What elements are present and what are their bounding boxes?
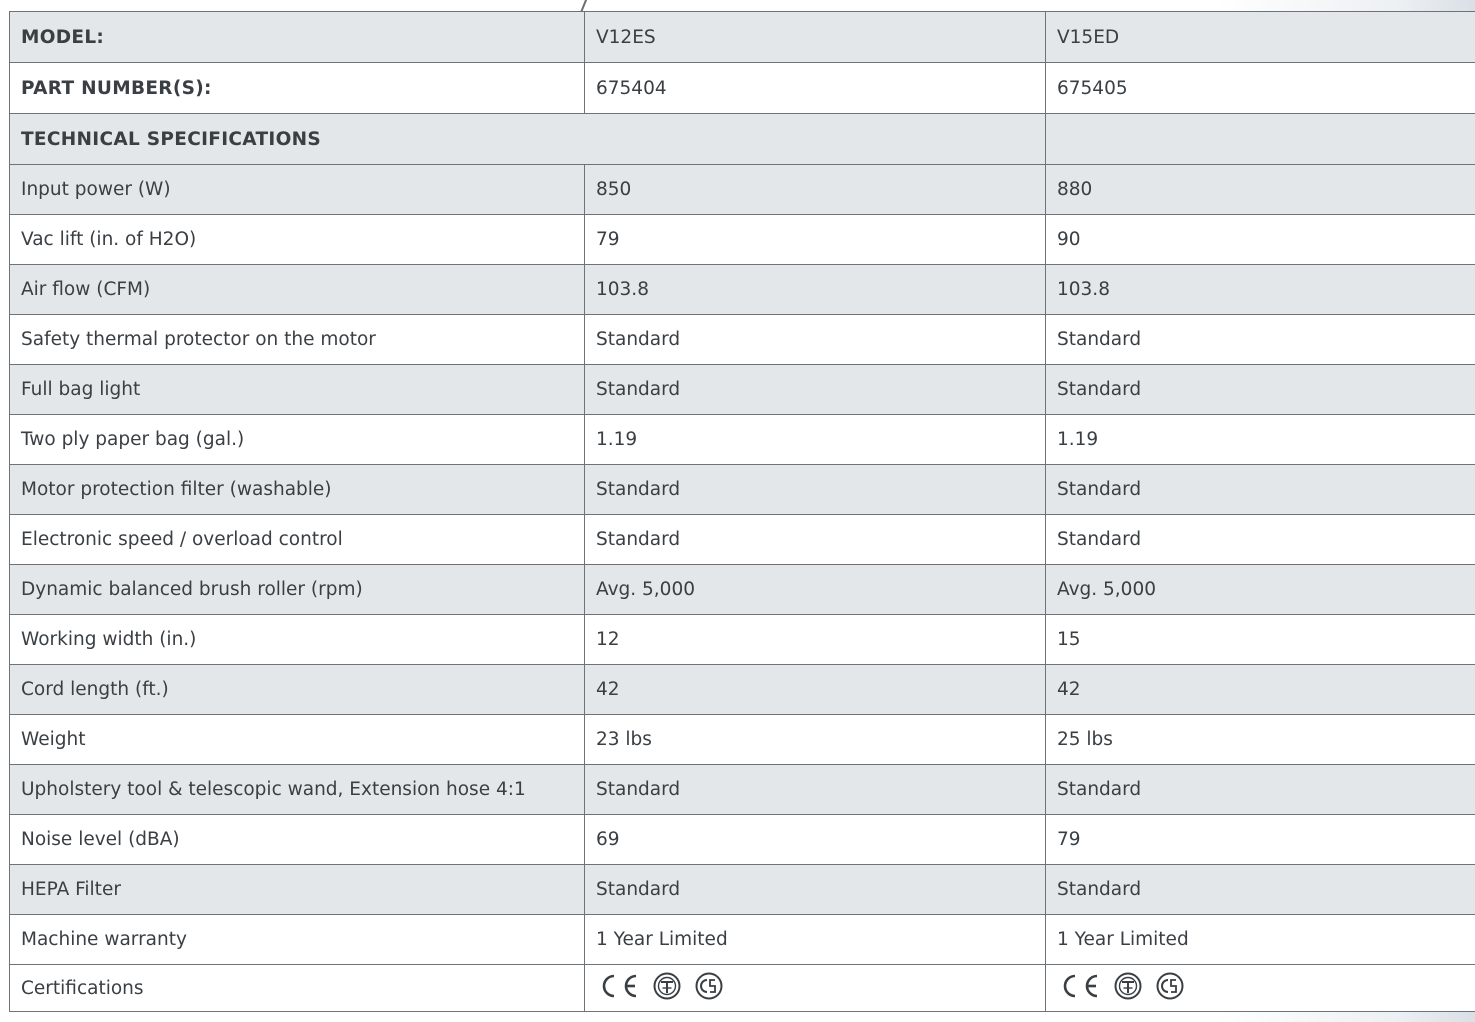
spec-value-v15ed: 42 (1045, 664, 1475, 715)
etl-mark-icon (1114, 972, 1142, 1000)
spec-value-v12es: 1.19 (584, 414, 1046, 465)
part-number-v15ed: 675405 (1045, 62, 1475, 114)
spec-row: Upholstery tool & telescopic wand, Exten… (9, 764, 1475, 815)
spec-value-v12es: 103.8 (584, 264, 1046, 315)
spec-value-v12es: Standard (584, 514, 1046, 565)
spec-value-v15ed: 15 (1045, 614, 1475, 665)
spec-label: Machine warranty (9, 914, 585, 965)
spec-value-v15ed: Standard (1045, 464, 1475, 515)
spec-row: Motor protection filter (washable) Standa… (9, 464, 1475, 515)
spec-label: HEPA Filter (9, 864, 585, 915)
spec-value-v15ed: Standard (1045, 864, 1475, 915)
etl-mark-icon (653, 972, 681, 1000)
spec-value-v15ed: 25 lbs (1045, 714, 1475, 765)
spec-row: Vac lift (in. of H2O) 79 90 (9, 214, 1475, 265)
spec-row: Noise level (dBA) 69 79 (9, 814, 1475, 865)
csa-mark-icon (1156, 972, 1184, 1000)
model-name-v15ed: V15ED (1045, 11, 1475, 63)
spec-value-v15ed: 103.8 (1045, 264, 1475, 315)
spec-label: Full bag light (9, 364, 585, 415)
spec-value-v15ed: 1.19 (1045, 414, 1475, 465)
spec-row: Full bag light Standard Standard (9, 364, 1475, 415)
spec-table: MODEL: V12ES V15ED PART NUMBER(S): 67540… (9, 11, 1475, 1012)
spec-row: Air flow (CFM) 103.8 103.8 (9, 264, 1475, 315)
spec-value-v12es: Standard (584, 364, 1046, 415)
spec-value-v12es: 12 (584, 614, 1046, 665)
spec-row: Weight 23 lbs 25 lbs (9, 714, 1475, 765)
part-number-v12es: 675404 (584, 62, 1046, 114)
spec-label: Input power (W) (9, 164, 585, 215)
spec-row: HEPA Filter Standard Standard (9, 864, 1475, 915)
spec-label: Upholstery tool & telescopic wand, Exten… (9, 764, 585, 815)
spec-row: Electronic speed / overload control Stand… (9, 514, 1475, 565)
section-title: TECHNICAL SPECIFICATIONS (9, 113, 1046, 165)
spec-value-v15ed: Standard (1045, 514, 1475, 565)
spec-value-v12es: 1 Year Limited (584, 914, 1046, 965)
spec-value-v15ed: 90 (1045, 214, 1475, 265)
spec-label: Motor protection filter (washable) (9, 464, 585, 515)
certifications-v15ed (1045, 964, 1475, 1012)
spec-value-v12es: Standard (584, 314, 1046, 365)
ce-mark-icon (602, 974, 637, 998)
section-header-row: TECHNICAL SPECIFICATIONS (9, 113, 1475, 165)
spec-value-v12es: Standard (584, 864, 1046, 915)
model-name-v12es: V12ES (584, 11, 1046, 63)
spec-value-v15ed: Standard (1045, 764, 1475, 815)
spec-value-v15ed: Avg. 5,000 (1045, 564, 1475, 615)
spec-value-v12es: 42 (584, 664, 1046, 715)
spec-label: Vac lift (in. of H2O) (9, 214, 585, 265)
spec-row: Dynamic balanced brush roller (rpm) Avg. … (9, 564, 1475, 615)
spec-value-v12es: Standard (584, 464, 1046, 515)
spec-label: Two ply paper bag (gal.) (9, 414, 585, 465)
spec-label: Air flow (CFM) (9, 264, 585, 315)
spec-value-v12es: 69 (584, 814, 1046, 865)
spec-value-v15ed: Standard (1045, 314, 1475, 365)
certifications-row: Certifications (9, 964, 1475, 1012)
spec-value-v15ed: Standard (1045, 364, 1475, 415)
spec-value-v12es: Avg. 5,000 (584, 564, 1046, 615)
spec-label: Safety thermal protector on the motor (9, 314, 585, 365)
model-row: MODEL: V12ES V15ED (9, 11, 1475, 63)
spec-row: Machine warranty 1 Year Limited 1 Year Lim… (9, 914, 1475, 965)
spec-label: Cord length (ft.) (9, 664, 585, 715)
spec-value-v12es: 23 lbs (584, 714, 1046, 765)
section-empty-cell (1045, 113, 1475, 165)
model-label: MODEL: (9, 11, 585, 63)
certifications-label: Certifications (9, 964, 585, 1012)
spec-row: Input power (W) 850 880 (9, 164, 1475, 215)
part-number-row: PART NUMBER(S): 675404 675405 (9, 62, 1475, 114)
spec-label: Dynamic balanced brush roller (rpm) (9, 564, 585, 615)
spec-row: Working width (in.) 12 15 (9, 614, 1475, 665)
spec-value-v12es: Standard (584, 764, 1046, 815)
certifications-v12es (584, 964, 1046, 1012)
spec-row: Two ply paper bag (gal.) 1.19 1.19 (9, 414, 1475, 465)
spec-value-v15ed: 79 (1045, 814, 1475, 865)
spec-label: Working width (in.) (9, 614, 585, 665)
spec-row: Safety thermal protector on the motor Sta… (9, 314, 1475, 365)
spec-value-v12es: 79 (584, 214, 1046, 265)
part-number-label: PART NUMBER(S): (9, 62, 585, 114)
spec-row: Cord length (ft.) 42 42 (9, 664, 1475, 715)
spec-label: Noise level (dBA) (9, 814, 585, 865)
spec-value-v15ed: 1 Year Limited (1045, 914, 1475, 965)
spec-label: Weight (9, 714, 585, 765)
spec-value-v12es: 850 (584, 164, 1046, 215)
csa-mark-icon (695, 972, 723, 1000)
spec-label: Electronic speed / overload control (9, 514, 585, 565)
spec-rows: Input power (W) 850 880 Vac lift (in. of H2… (9, 164, 1475, 965)
spec-value-v15ed: 880 (1045, 164, 1475, 215)
ce-mark-icon (1063, 974, 1098, 998)
